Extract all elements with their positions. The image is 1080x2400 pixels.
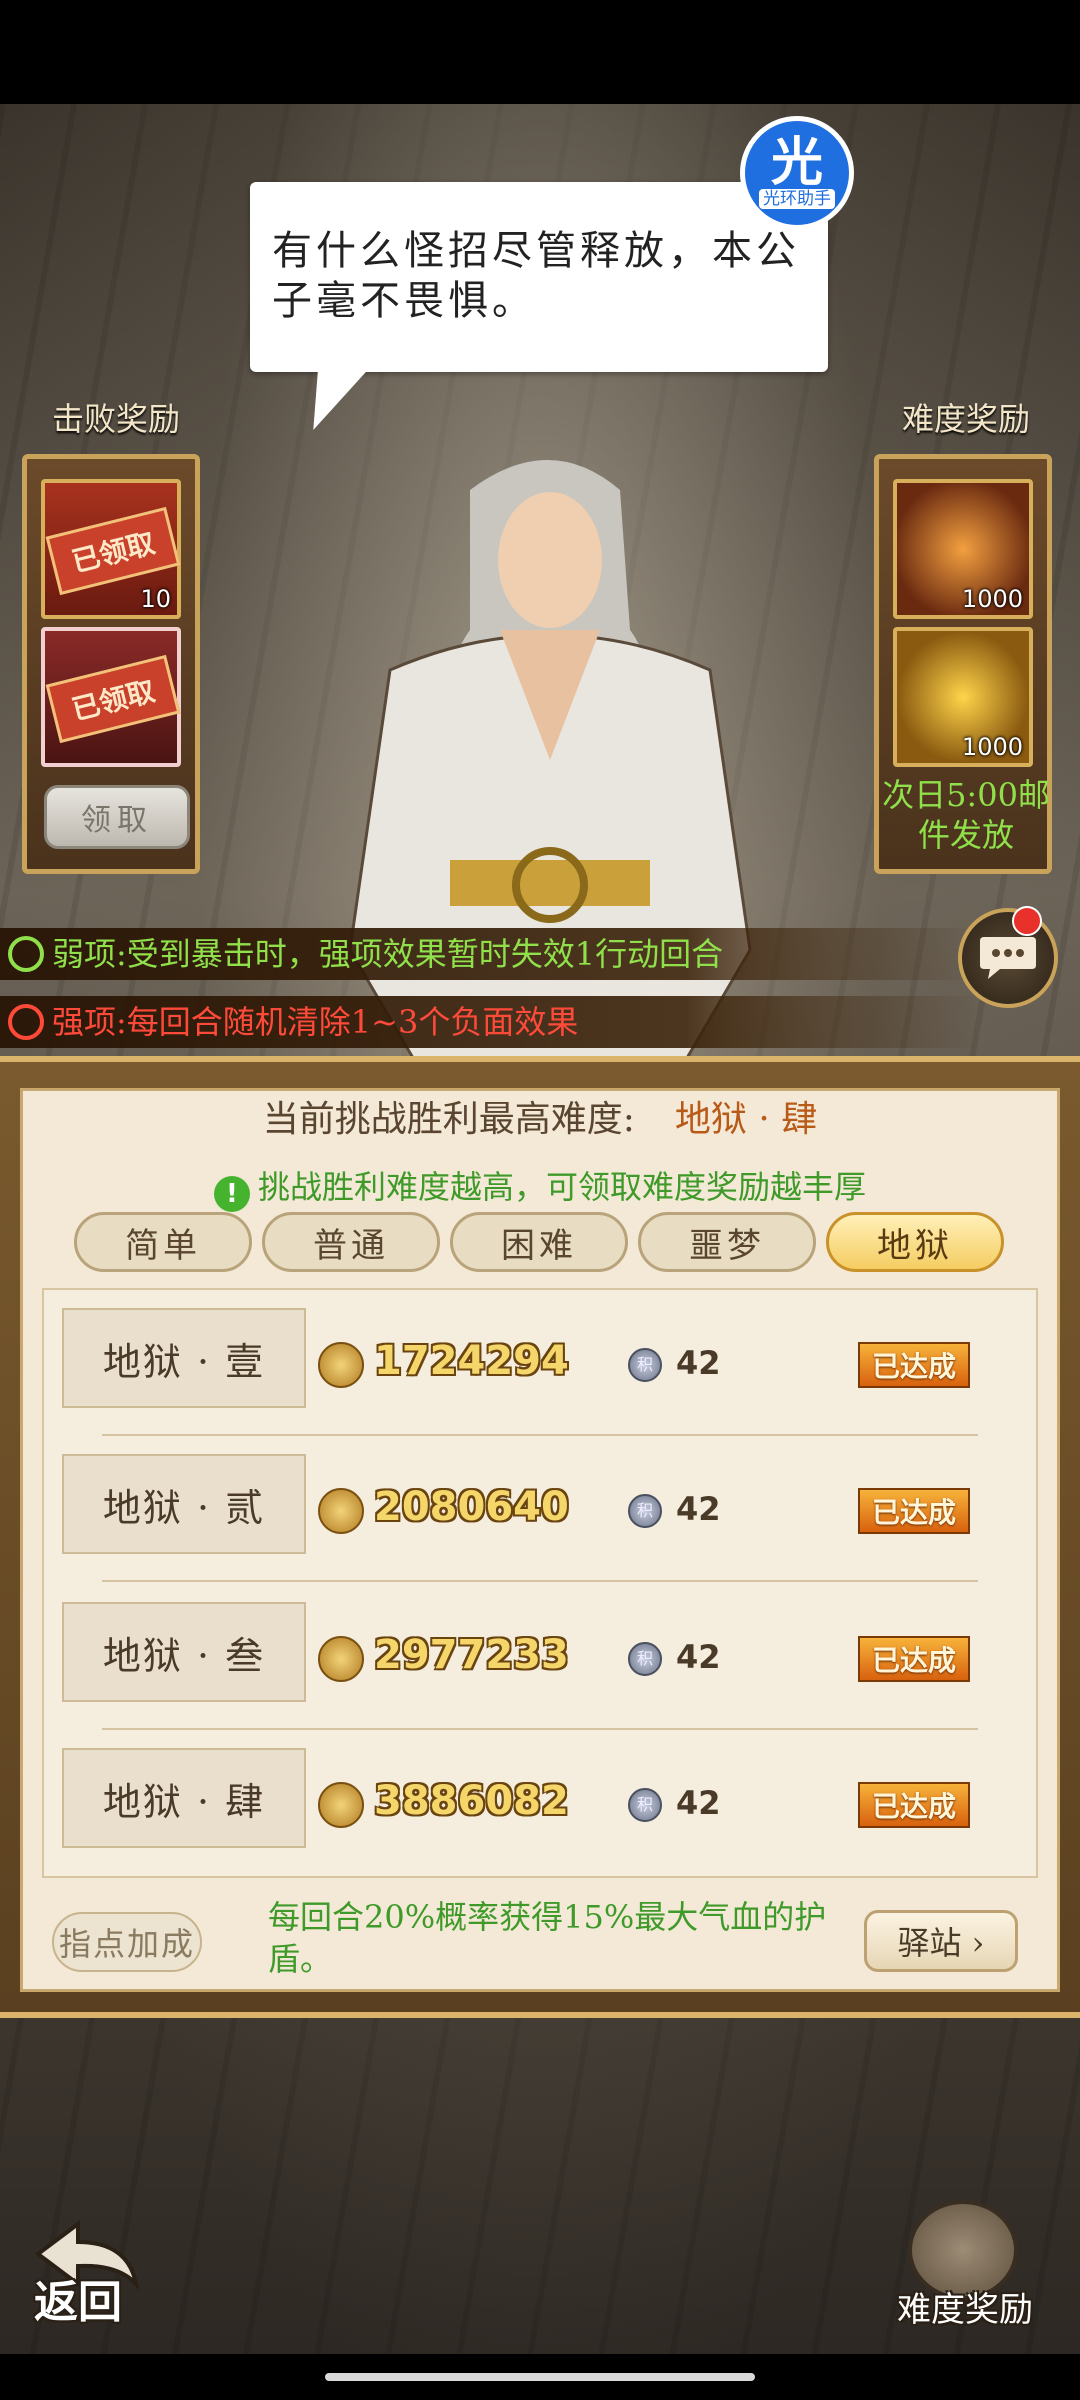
points-icon: 积 (628, 1788, 662, 1822)
mail-delivery-note: 次日5:00邮件发放 (882, 776, 1050, 854)
dialogue-text: 有什么怪招尽管释放，本公子毫不畏惧。 (272, 228, 800, 324)
weak-effect-text: 弱项:受到暴击时，强项效果暂时失效1行动回合 (52, 935, 724, 973)
tab-hard[interactable]: 困难 (450, 1212, 628, 1272)
difficulty-row: 地狱 · 贰 2080640 积 42 已达成 (42, 1436, 1038, 1582)
reward-count: 1000 (961, 585, 1023, 613)
home-indicator[interactable] (325, 2373, 755, 2381)
weak-effect-banner: 弱项:受到暴击时，强项效果暂时失效1行动回合 (0, 928, 980, 980)
tab-hell[interactable]: 地狱 (826, 1212, 1004, 1272)
completed-badge: 已达成 (858, 1782, 970, 1828)
defeat-rewards-title: 击败奖励 (51, 400, 180, 438)
required-power: 2080640 (374, 1484, 569, 1530)
points-icon: 积 (628, 1494, 662, 1528)
back-button-label[interactable]: 返回 (34, 2266, 122, 2330)
difficulty-row: 地狱 · 叁 2977233 积 42 已达成 (42, 1584, 1038, 1730)
points-icon: 积 (628, 1348, 662, 1382)
level-name: 地狱 · 叁 (62, 1602, 306, 1702)
power-icon (318, 1342, 364, 1388)
defeat-reward-slot-1[interactable]: 已领取 10 (41, 479, 181, 619)
completed-badge: 已达成 (858, 1342, 970, 1388)
helper-logo-label: 光环助手 (759, 189, 835, 209)
highest-difficulty-value: 地狱 · 肆 (674, 1099, 818, 1140)
flame-flower-icon[interactable]: 1000 (893, 479, 1033, 619)
claimed-stamp: 已领取 (45, 654, 181, 744)
power-icon (318, 1636, 364, 1682)
guidance-bonus-text: 每回合20%概率获得15%最大气血的护盾。 (268, 1898, 827, 1978)
points-value: 42 (676, 1638, 721, 1676)
level-name: 地狱 · 贰 (62, 1454, 306, 1554)
gold-ingot-icon[interactable]: 1000 (893, 627, 1033, 767)
tab-normal[interactable]: 普通 (262, 1212, 440, 1272)
tab-nightmare[interactable]: 噩梦 (638, 1212, 816, 1272)
difficulty-tip-text: 挑战胜利难度越高，可领取难度奖励越丰厚 (257, 1168, 866, 1206)
level-name: 地狱 · 肆 (62, 1748, 306, 1848)
points-value: 42 (676, 1344, 721, 1382)
chat-button[interactable] (958, 908, 1058, 1008)
level-name: 地狱 · 壹 (62, 1308, 306, 1408)
highest-difficulty-header: 当前挑战胜利最高难度: 地狱 · 肆 (0, 1090, 1080, 1142)
difficulty-rewards-side-title: 难度奖励 (901, 400, 1030, 438)
completed-badge: 已达成 (858, 1636, 970, 1682)
highest-difficulty-label: 当前挑战胜利最高难度: (262, 1099, 635, 1140)
power-icon (318, 1488, 364, 1534)
difficulty-reward-button-label[interactable]: 难度奖励 (890, 2282, 1040, 2331)
tab-easy[interactable]: 简单 (74, 1212, 252, 1272)
power-icon (318, 1782, 364, 1828)
helper-logo-glyph: 光 (770, 133, 823, 193)
required-power: 2977233 (374, 1632, 569, 1678)
reward-count: 1000 (961, 733, 1023, 761)
required-power: 3886082 (374, 1778, 569, 1824)
reward-count: 10 (140, 585, 171, 613)
required-power: 1724294 (374, 1338, 569, 1384)
points-icon: 积 (628, 1642, 662, 1676)
notification-badge (1012, 906, 1042, 936)
status-bar (0, 0, 1080, 104)
difficulty-tip: ! 挑战胜利难度越高，可领取难度奖励越丰厚 (160, 1162, 920, 1212)
strong-target-icon (8, 1004, 44, 1040)
defeat-reward-slot-2[interactable]: 已领取 (41, 627, 181, 767)
exclamation-icon: ! (213, 1176, 250, 1212)
claimed-stamp: 已领取 (45, 506, 181, 596)
difficulty-row: 地狱 · 肆 3886082 积 42 已达成 (42, 1730, 1038, 1876)
difficulty-row: 地狱 · 壹 1724294 积 42 已达成 (42, 1290, 1038, 1436)
strong-effect-text: 强项:每回合随机清除1~3个负面效果 (52, 1003, 579, 1041)
helper-app-logo[interactable]: 光 光环助手 (740, 116, 854, 230)
completed-badge: 已达成 (858, 1488, 970, 1534)
guidance-bonus-button[interactable]: 指点加成 (52, 1912, 202, 1972)
station-button[interactable]: 驿站 › (864, 1910, 1018, 1972)
points-value: 42 (676, 1784, 721, 1822)
claim-button[interactable]: 领取 (44, 785, 190, 849)
points-value: 42 (676, 1490, 721, 1528)
row-divider (102, 1580, 978, 1582)
strong-effect-banner: 强项:每回合随机清除1~3个负面效果 (0, 996, 980, 1048)
chat-bubble-icon (980, 937, 1036, 979)
weak-target-icon (8, 936, 44, 972)
